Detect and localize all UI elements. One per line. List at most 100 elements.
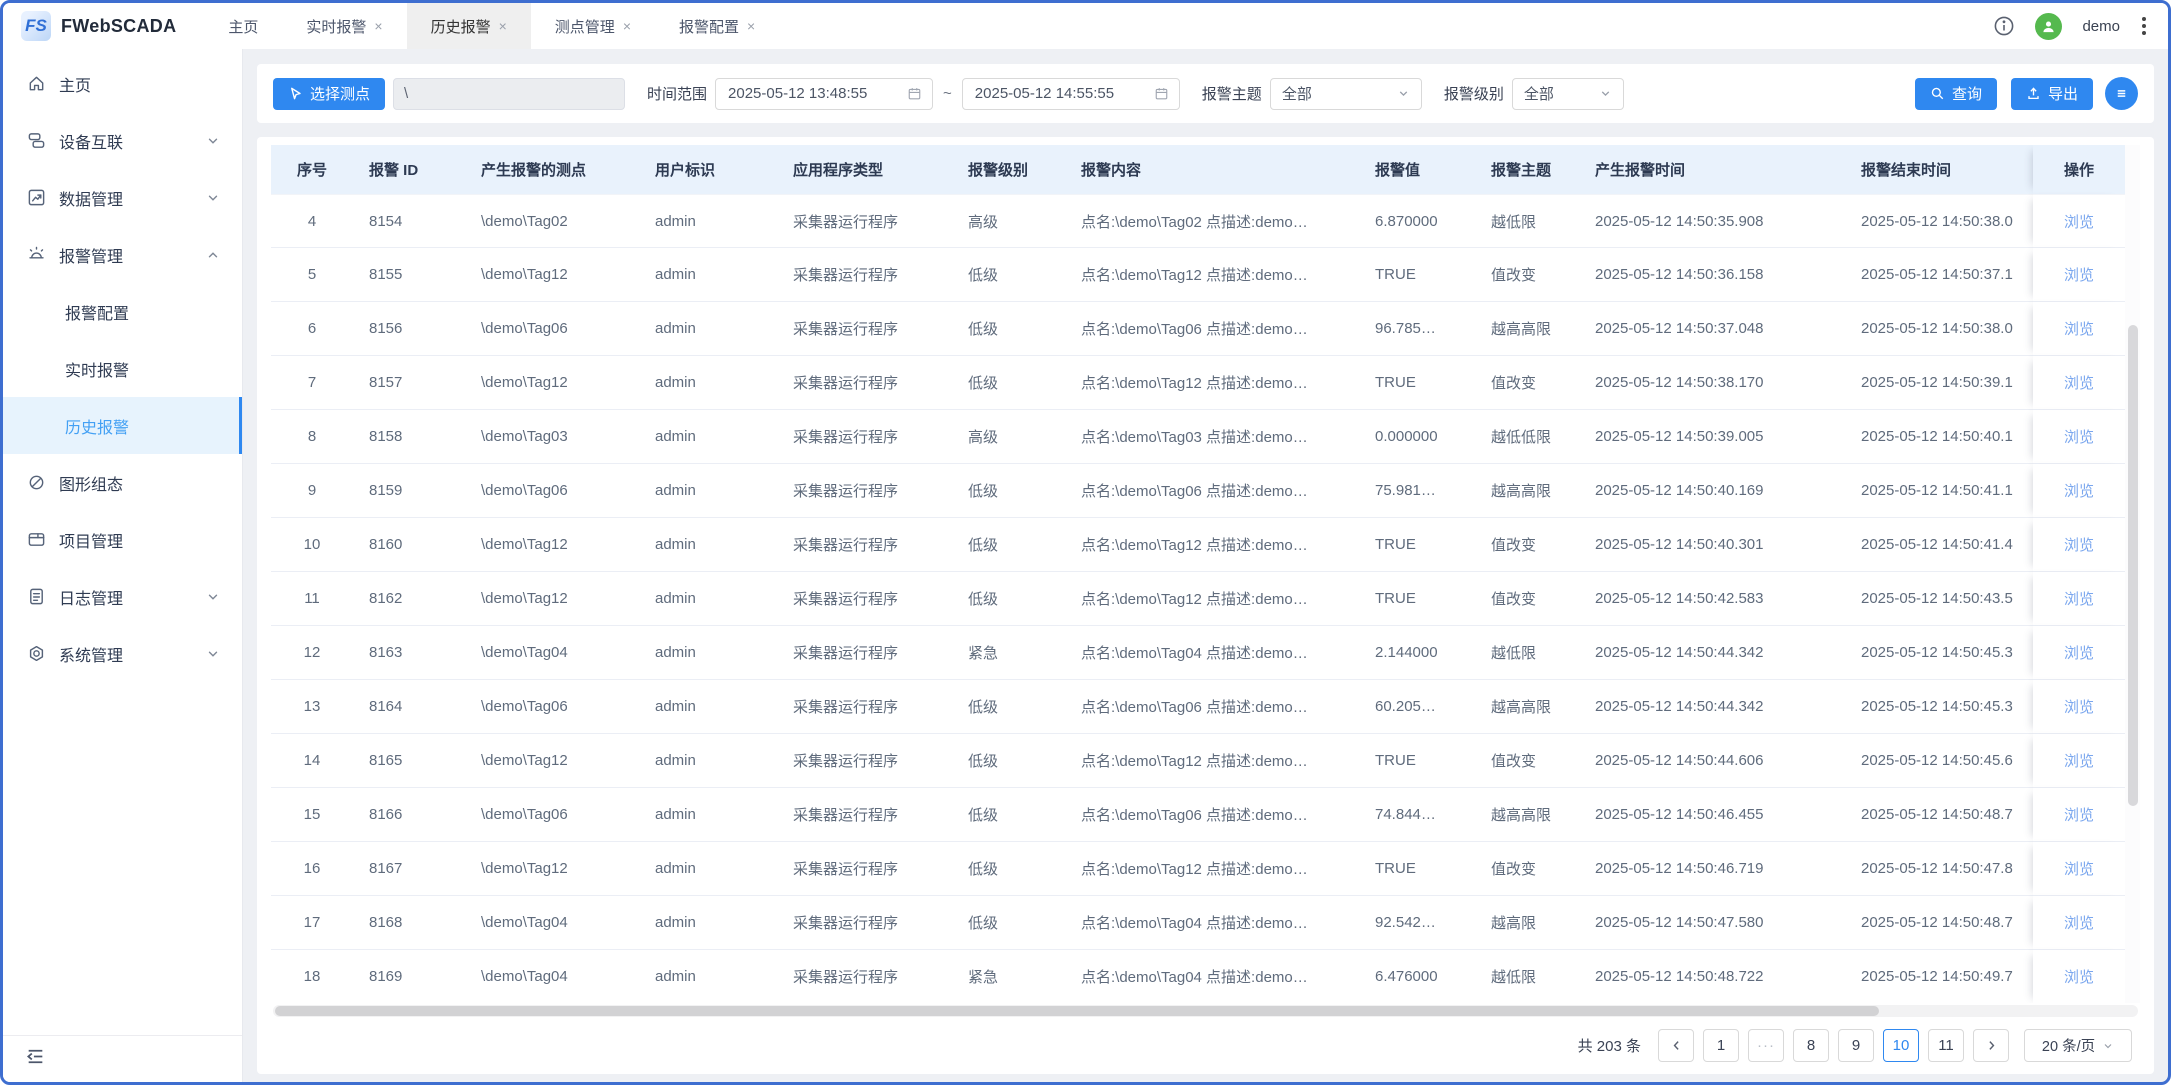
column-settings-button[interactable] (2105, 77, 2138, 110)
sidebar-item-label: 报警管理 (59, 243, 123, 267)
browse-link[interactable]: 浏览 (2064, 807, 2094, 824)
cell-user: admin (639, 302, 777, 356)
sidebar-subitem-报警配置[interactable]: 报警配置 (3, 283, 242, 340)
vertical-scrollbar[interactable] (2125, 145, 2140, 1003)
browse-link[interactable]: 浏览 (2064, 483, 2094, 500)
close-icon[interactable]: × (747, 19, 755, 33)
cell-seq: 17 (271, 896, 353, 950)
browse-link[interactable]: 浏览 (2064, 321, 2094, 338)
cell-id: 8164 (353, 680, 465, 734)
table-row: 78157\demo\Tag12admin采集器运行程序低级点名:\demo\T… (271, 356, 2125, 410)
sidebar-subitem-历史报警[interactable]: 历史报警 (3, 397, 242, 454)
sidebar-item-项目管理[interactable]: 项目管理 (3, 511, 242, 568)
cell-content: 点名:\demo\Tag12 点描述:demo… (1065, 518, 1359, 572)
sidebar-item-图形组态[interactable]: 图形组态 (3, 454, 242, 511)
browse-link[interactable]: 浏览 (2064, 267, 2094, 284)
cell-start: 2025-05-12 14:50:44.342 (1579, 626, 1845, 680)
cell-seq: 4 (271, 194, 353, 248)
sidebar-item-label: 项目管理 (59, 528, 123, 552)
time-to-input[interactable] (973, 84, 1146, 103)
cell-seq: 14 (271, 734, 353, 788)
cell-app: 采集器运行程序 (777, 356, 952, 410)
cell-start: 2025-05-12 14:50:37.048 (1579, 302, 1845, 356)
sidebar-item-系统管理[interactable]: 系统管理 (3, 625, 242, 682)
browse-link[interactable]: 浏览 (2064, 429, 2094, 446)
cell-level: 紧急 (952, 626, 1065, 680)
alarm-topic-select[interactable]: 全部 (1270, 78, 1422, 110)
page-size-select[interactable]: 20 条/页 (2024, 1029, 2132, 1062)
tab-历史报警[interactable]: 历史报警× (407, 3, 531, 49)
calendar-icon (1154, 86, 1169, 101)
user-avatar[interactable] (2035, 13, 2062, 40)
sidebar-item-报警管理[interactable]: 报警管理 (3, 226, 242, 283)
cell-point: \demo\Tag12 (465, 356, 639, 410)
cell-start: 2025-05-12 14:50:38.170 (1579, 356, 1845, 410)
alarm-level-select[interactable]: 全部 (1512, 78, 1624, 110)
cell-content: 点名:\demo\Tag06 点描述:demo… (1065, 680, 1359, 734)
browse-link[interactable]: 浏览 (2064, 861, 2094, 878)
next-page-button[interactable] (1973, 1029, 2009, 1062)
page-button-10[interactable]: 10 (1883, 1029, 1919, 1062)
browse-link[interactable]: 浏览 (2064, 645, 2094, 662)
tab-测点管理[interactable]: 测点管理× (531, 3, 655, 49)
more-pages-button[interactable]: ··· (1748, 1029, 1784, 1062)
browse-link[interactable]: 浏览 (2064, 753, 2094, 770)
cell-user: admin (639, 788, 777, 842)
browse-link[interactable]: 浏览 (2064, 915, 2094, 932)
cell-content: 点名:\demo\Tag12 点描述:demo… (1065, 572, 1359, 626)
sidebar-subitem-实时报警[interactable]: 实时报警 (3, 340, 242, 397)
selected-point-input[interactable] (393, 78, 625, 110)
time-range-label: 时间范围 (647, 83, 707, 104)
export-button[interactable]: 导出 (2011, 78, 2093, 110)
page-button-11[interactable]: 11 (1928, 1029, 1964, 1062)
browse-link[interactable]: 浏览 (2064, 214, 2094, 231)
browse-link[interactable]: 浏览 (2064, 537, 2094, 554)
close-icon[interactable]: × (623, 19, 631, 33)
tab-主页[interactable]: 主页 (204, 3, 282, 49)
cell-app: 采集器运行程序 (777, 842, 952, 896)
sidebar-item-设备互联[interactable]: 设备互联 (3, 112, 242, 169)
time-to-picker[interactable] (962, 78, 1180, 110)
page-button-9[interactable]: 9 (1838, 1029, 1874, 1062)
query-button[interactable]: 查询 (1915, 78, 1997, 110)
cell-seq: 15 (271, 788, 353, 842)
cell-start: 2025-05-12 14:50:39.005 (1579, 410, 1845, 464)
cell-content: 点名:\demo\Tag06 点描述:demo… (1065, 788, 1359, 842)
chevron-down-icon (206, 590, 220, 604)
table-header-row: 序号报警 ID产生报警的测点用户标识应用程序类型报警级别报警内容报警值报警主题产… (271, 145, 2125, 194)
browse-link[interactable]: 浏览 (2064, 969, 2094, 986)
cell-topic: 值改变 (1475, 356, 1579, 410)
cell-id: 8156 (353, 302, 465, 356)
close-icon[interactable]: × (499, 19, 507, 33)
cell-user: admin (639, 464, 777, 518)
sidebar-item-主页[interactable]: 主页 (3, 55, 242, 112)
browse-link[interactable]: 浏览 (2064, 375, 2094, 392)
select-point-button[interactable]: 选择测点 (273, 78, 385, 110)
browse-link[interactable]: 浏览 (2064, 591, 2094, 608)
tab-实时报警[interactable]: 实时报警× (282, 3, 406, 49)
more-menu-icon[interactable] (2140, 15, 2148, 37)
close-icon[interactable]: × (374, 19, 382, 33)
prev-page-button[interactable] (1658, 1029, 1694, 1062)
collapse-sidebar-icon[interactable] (25, 1046, 46, 1072)
browse-link[interactable]: 浏览 (2064, 699, 2094, 716)
sidebar-item-日志管理[interactable]: 日志管理 (3, 568, 242, 625)
sidebar-subitem-label: 历史报警 (65, 414, 129, 438)
cell-start: 2025-05-12 14:50:48.722 (1579, 950, 1845, 1003)
log-icon (27, 587, 46, 606)
page-button-8[interactable]: 8 (1793, 1029, 1829, 1062)
page-button-1[interactable]: 1 (1703, 1029, 1739, 1062)
cell-id: 8166 (353, 788, 465, 842)
time-from-input[interactable] (726, 84, 899, 103)
cell-content: 点名:\demo\Tag02 点描述:demo… (1065, 194, 1359, 248)
cell-seq: 6 (271, 302, 353, 356)
horizontal-scrollbar[interactable] (273, 1005, 2138, 1017)
cell-point: \demo\Tag06 (465, 680, 639, 734)
cell-app: 采集器运行程序 (777, 626, 952, 680)
sidebar-item-数据管理[interactable]: 数据管理 (3, 169, 242, 226)
time-from-picker[interactable] (715, 78, 933, 110)
sidebar-item-label: 数据管理 (59, 186, 123, 210)
cell-value: 96.785… (1359, 302, 1475, 356)
info-icon[interactable] (1993, 15, 2015, 37)
tab-报警配置[interactable]: 报警配置× (655, 3, 779, 49)
